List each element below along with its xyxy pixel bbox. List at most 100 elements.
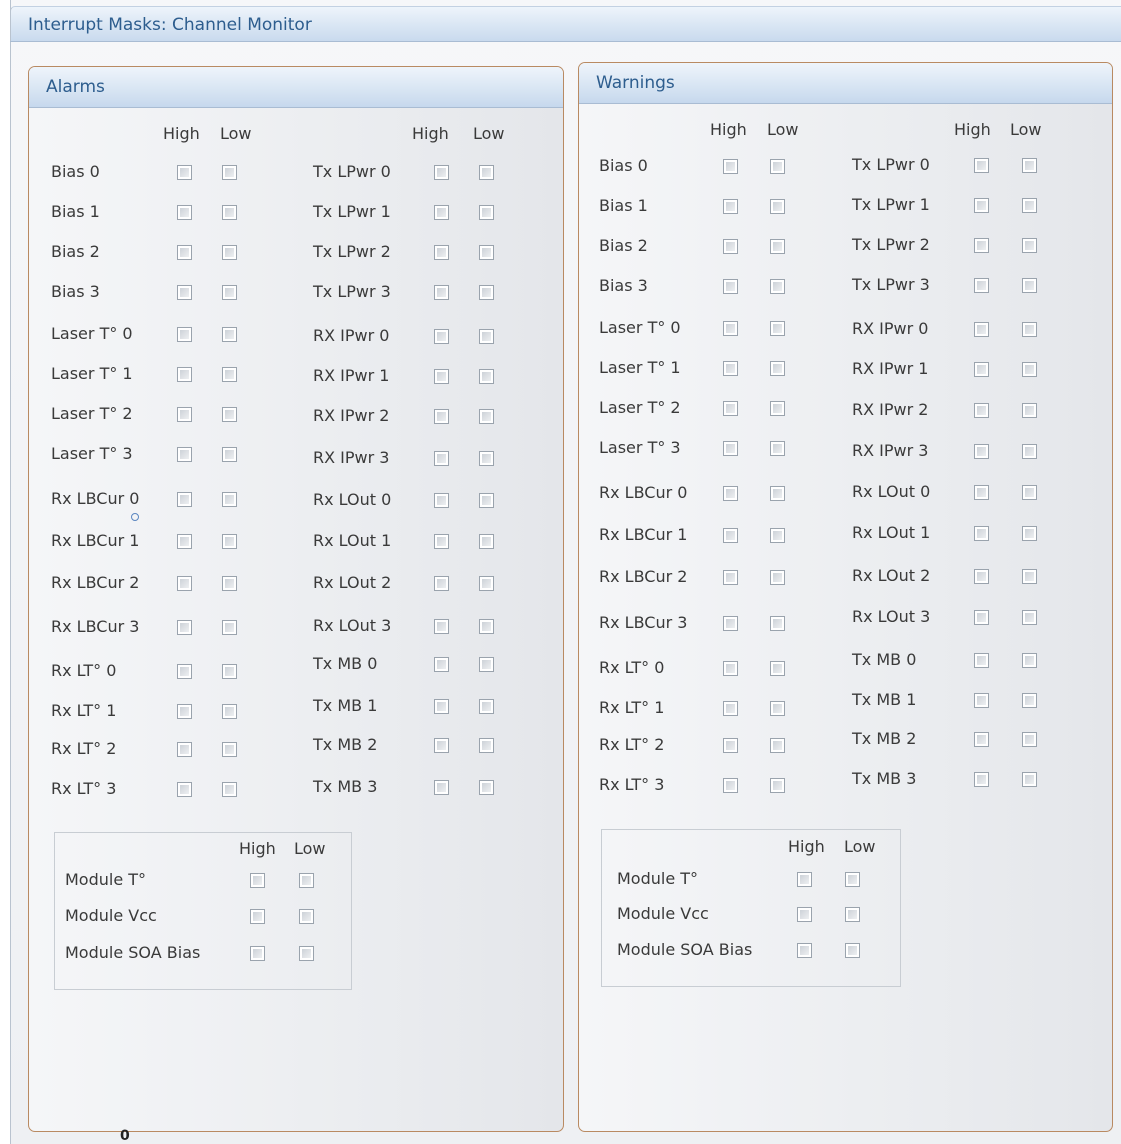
alarms-right-high-checkbox[interactable] xyxy=(434,657,449,672)
alarms-left-low-checkbox[interactable] xyxy=(222,704,237,719)
alarms-left-low-checkbox[interactable] xyxy=(222,576,237,591)
warnings-left-low-checkbox[interactable] xyxy=(770,528,785,543)
warnings-left-high-checkbox[interactable] xyxy=(723,778,738,793)
warnings-right-high-checkbox[interactable] xyxy=(974,772,989,787)
warnings-left-low-checkbox[interactable] xyxy=(770,486,785,501)
alarms-left-low-checkbox[interactable] xyxy=(222,447,237,462)
alarms-module-low-checkbox[interactable] xyxy=(299,946,314,961)
alarms-right-low-checkbox[interactable] xyxy=(479,576,494,591)
warnings-module-high-checkbox[interactable] xyxy=(797,872,812,887)
warnings-right-low-checkbox[interactable] xyxy=(1022,569,1037,584)
alarms-right-high-checkbox[interactable] xyxy=(434,780,449,795)
warnings-right-high-checkbox[interactable] xyxy=(974,610,989,625)
warnings-left-high-checkbox[interactable] xyxy=(723,321,738,336)
warnings-right-low-checkbox[interactable] xyxy=(1022,772,1037,787)
warnings-left-low-checkbox[interactable] xyxy=(770,199,785,214)
warnings-left-low-checkbox[interactable] xyxy=(770,778,785,793)
alarms-right-low-checkbox[interactable] xyxy=(479,699,494,714)
alarms-right-high-checkbox[interactable] xyxy=(434,619,449,634)
alarms-left-high-checkbox[interactable] xyxy=(177,664,192,679)
alarms-right-low-checkbox[interactable] xyxy=(479,493,494,508)
warnings-left-high-checkbox[interactable] xyxy=(723,616,738,631)
alarms-right-high-checkbox[interactable] xyxy=(434,329,449,344)
alarms-right-low-checkbox[interactable] xyxy=(479,619,494,634)
warnings-left-low-checkbox[interactable] xyxy=(770,661,785,676)
warnings-right-high-checkbox[interactable] xyxy=(974,158,989,173)
alarms-left-high-checkbox[interactable] xyxy=(177,742,192,757)
alarms-left-high-checkbox[interactable] xyxy=(177,534,192,549)
warnings-module-high-checkbox[interactable] xyxy=(797,943,812,958)
warnings-right-low-checkbox[interactable] xyxy=(1022,732,1037,747)
warnings-right-high-checkbox[interactable] xyxy=(974,278,989,293)
alarms-left-high-checkbox[interactable] xyxy=(177,367,192,382)
warnings-left-low-checkbox[interactable] xyxy=(770,321,785,336)
alarms-left-high-checkbox[interactable] xyxy=(177,285,192,300)
warnings-module-high-checkbox[interactable] xyxy=(797,907,812,922)
warnings-right-high-checkbox[interactable] xyxy=(974,569,989,584)
warnings-right-high-checkbox[interactable] xyxy=(974,732,989,747)
alarms-left-high-checkbox[interactable] xyxy=(177,245,192,260)
warnings-left-low-checkbox[interactable] xyxy=(770,279,785,294)
warnings-right-high-checkbox[interactable] xyxy=(974,653,989,668)
warnings-right-low-checkbox[interactable] xyxy=(1022,238,1037,253)
warnings-right-high-checkbox[interactable] xyxy=(974,444,989,459)
warnings-right-low-checkbox[interactable] xyxy=(1022,485,1037,500)
warnings-left-low-checkbox[interactable] xyxy=(770,239,785,254)
warnings-left-low-checkbox[interactable] xyxy=(770,361,785,376)
alarms-module-high-checkbox[interactable] xyxy=(250,873,265,888)
alarms-left-low-checkbox[interactable] xyxy=(222,620,237,635)
alarms-right-high-checkbox[interactable] xyxy=(434,534,449,549)
alarms-right-high-checkbox[interactable] xyxy=(434,699,449,714)
warnings-left-high-checkbox[interactable] xyxy=(723,239,738,254)
alarms-right-low-checkbox[interactable] xyxy=(479,285,494,300)
warnings-left-low-checkbox[interactable] xyxy=(770,159,785,174)
warnings-left-high-checkbox[interactable] xyxy=(723,279,738,294)
alarms-left-high-checkbox[interactable] xyxy=(177,492,192,507)
alarms-right-low-checkbox[interactable] xyxy=(479,738,494,753)
alarms-left-low-checkbox[interactable] xyxy=(222,492,237,507)
alarms-right-high-checkbox[interactable] xyxy=(434,205,449,220)
warnings-right-low-checkbox[interactable] xyxy=(1022,322,1037,337)
alarms-left-low-checkbox[interactable] xyxy=(222,367,237,382)
warnings-right-high-checkbox[interactable] xyxy=(974,403,989,418)
alarms-right-high-checkbox[interactable] xyxy=(434,245,449,260)
warnings-right-high-checkbox[interactable] xyxy=(974,322,989,337)
warnings-left-high-checkbox[interactable] xyxy=(723,738,738,753)
warnings-left-low-checkbox[interactable] xyxy=(770,738,785,753)
alarms-left-high-checkbox[interactable] xyxy=(177,407,192,422)
alarms-left-high-checkbox[interactable] xyxy=(177,165,192,180)
warnings-left-low-checkbox[interactable] xyxy=(770,616,785,631)
warnings-module-low-checkbox[interactable] xyxy=(845,872,860,887)
alarms-right-high-checkbox[interactable] xyxy=(434,285,449,300)
alarms-module-low-checkbox[interactable] xyxy=(299,873,314,888)
warnings-right-high-checkbox[interactable] xyxy=(974,526,989,541)
warnings-right-low-checkbox[interactable] xyxy=(1022,362,1037,377)
alarms-module-high-checkbox[interactable] xyxy=(250,946,265,961)
alarms-right-low-checkbox[interactable] xyxy=(479,369,494,384)
alarms-left-low-checkbox[interactable] xyxy=(222,165,237,180)
warnings-right-high-checkbox[interactable] xyxy=(974,362,989,377)
warnings-right-low-checkbox[interactable] xyxy=(1022,526,1037,541)
warnings-left-high-checkbox[interactable] xyxy=(723,199,738,214)
warnings-left-high-checkbox[interactable] xyxy=(723,361,738,376)
warnings-right-low-checkbox[interactable] xyxy=(1022,653,1037,668)
warnings-left-high-checkbox[interactable] xyxy=(723,701,738,716)
alarms-right-high-checkbox[interactable] xyxy=(434,409,449,424)
warnings-module-low-checkbox[interactable] xyxy=(845,907,860,922)
alarms-left-high-checkbox[interactable] xyxy=(177,782,192,797)
warnings-left-high-checkbox[interactable] xyxy=(723,528,738,543)
warnings-right-high-checkbox[interactable] xyxy=(974,198,989,213)
alarms-right-high-checkbox[interactable] xyxy=(434,493,449,508)
warnings-right-high-checkbox[interactable] xyxy=(974,693,989,708)
alarms-left-high-checkbox[interactable] xyxy=(177,447,192,462)
warnings-right-high-checkbox[interactable] xyxy=(974,238,989,253)
alarms-right-high-checkbox[interactable] xyxy=(434,576,449,591)
alarms-left-high-checkbox[interactable] xyxy=(177,205,192,220)
alarms-right-high-checkbox[interactable] xyxy=(434,738,449,753)
warnings-left-low-checkbox[interactable] xyxy=(770,401,785,416)
warnings-right-low-checkbox[interactable] xyxy=(1022,444,1037,459)
alarms-right-low-checkbox[interactable] xyxy=(479,657,494,672)
alarms-right-low-checkbox[interactable] xyxy=(479,534,494,549)
alarms-right-low-checkbox[interactable] xyxy=(479,409,494,424)
warnings-right-low-checkbox[interactable] xyxy=(1022,278,1037,293)
